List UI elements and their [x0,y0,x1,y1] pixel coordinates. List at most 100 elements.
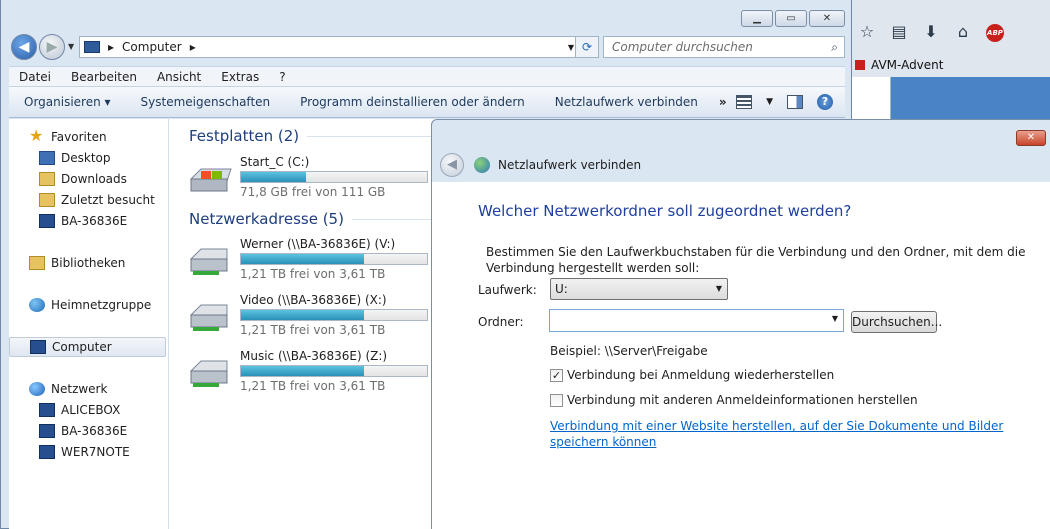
star-icon: ★ [29,126,44,145]
drive-name: Werner (\\BA-36836E) (V:) [240,237,396,251]
nav-label: Favoriten [51,130,107,144]
nav-network-ba-36836e[interactable]: BA-36836E [39,421,127,441]
address-separator: ▸ [108,40,115,54]
folder-input[interactable]: ▼ [549,309,844,332]
system-properties-button[interactable]: Systemeigenschaften [126,95,286,109]
nav-label: Downloads [61,172,127,186]
minimize-button[interactable]: ▁ [741,10,773,27]
change-view-icon[interactable] [736,95,753,109]
nav-label: ALICEBOX [61,403,121,417]
nav-ba-favorite[interactable]: BA-36836E [39,211,127,231]
chevron-down-icon: ▼ [715,284,722,293]
browse-button[interactable]: Durchsuchen... [851,311,942,333]
search-placeholder: Computer durchsuchen [612,40,753,54]
bookmark-avm-advent[interactable]: AVM-Advent [851,54,1050,76]
download-icon[interactable]: ⬇ [915,22,947,41]
network-drive-icon [189,248,228,275]
other-credentials-checkbox[interactable]: Verbindung mit anderen Anmeldeinformatio… [550,393,918,407]
drive-free-space: 1,21 TB frei von 3,61 TB [240,323,386,337]
network-computer-icon [39,424,55,438]
menu-datei[interactable]: Datei [9,67,61,86]
nav-label: Bibliotheken [51,256,126,270]
computer-icon [84,41,100,53]
group-header-network-locations[interactable]: Netzwerkadresse (5) [189,210,445,228]
drive-item[interactable]: Video (\\BA-36836E) (X:) 1,21 TB frei vo… [187,293,437,337]
recent-places-icon [39,193,55,207]
address-bar[interactable]: ▸ Computer ▸ ▼ [79,36,579,58]
preview-pane-icon[interactable] [787,95,803,109]
forward-button[interactable]: ▶ [39,34,65,60]
drive-usage-fill [241,254,364,264]
dialog-header: ◀ Netzlaufwerk verbinden [440,150,641,180]
checkbox-checked[interactable]: ✓ [550,368,563,382]
drive-letter-value: U: [555,282,568,296]
address-path[interactable]: Computer [122,40,182,54]
dialog-instructions: Bestimmen Sie den Laufwerkbuchstaben für… [486,245,1026,275]
checkbox-unchecked[interactable] [550,393,563,407]
folder-example: Beispiel: \\Server\Freigabe [550,344,708,358]
close-button[interactable]: ✕ [809,10,845,27]
dialog-close-button[interactable]: ✕ [1016,130,1046,146]
star-icon[interactable]: ☆ [851,22,883,41]
nav-favorites[interactable]: ★ Favoriten [29,127,107,147]
clipboard-icon[interactable]: ▤ [883,22,915,41]
menu-ansicht[interactable]: Ansicht [147,67,211,86]
nav-homegroup[interactable]: Heimnetzgruppe [29,295,151,315]
drive-free-space: 1,21 TB frei von 3,61 TB [240,267,386,281]
more-commands-button[interactable]: » [713,95,733,109]
menu-help[interactable]: ? [269,67,295,86]
navigation-pane: ★ Favoriten Desktop Downloads Zuletzt bes… [9,119,169,529]
hard-drive-icon [189,168,232,192]
drive-usage-bar [240,253,428,265]
other-credentials-label: Verbindung mit anderen Anmeldeinformatio… [567,393,918,407]
uninstall-program-button[interactable]: Programm deinstallieren oder ändern [285,95,540,109]
drive-name: Video (\\BA-36836E) (X:) [240,293,387,307]
network-drive-icon [474,157,490,173]
help-icon[interactable]: ? [817,94,833,110]
nav-label: Zuletzt besucht [61,193,155,207]
file-list: Festplatten (2) Start_C (C:) 71,8 GB fre… [179,119,445,529]
nav-downloads[interactable]: Downloads [39,169,127,189]
dialog-heading: Welcher Netzwerkordner soll zugeordnet w… [478,202,852,220]
address-dropdown-icon[interactable]: ▼ [568,43,574,52]
drive-name: Start_C (C:) [240,155,310,169]
search-input[interactable]: Computer durchsuchen ⌕ [603,36,845,58]
maximize-button[interactable]: ▭ [775,10,807,27]
libraries-icon [29,256,45,270]
map-network-drive-button[interactable]: Netzlaufwerk verbinden [540,95,713,109]
nav-desktop[interactable]: Desktop [39,148,111,168]
nav-recent[interactable]: Zuletzt besucht [39,190,155,210]
adblock-icon[interactable]: ABP [979,20,1011,42]
search-icon[interactable]: ⌕ [831,37,838,57]
nav-network-alicebox[interactable]: ALICEBOX [39,400,120,420]
drive-item[interactable]: Music (\\BA-36836E) (Z:) 1,21 TB frei vo… [187,349,437,393]
nav-computer[interactable]: Computer [9,337,166,357]
nav-network[interactable]: Netzwerk [29,379,107,399]
drive-letter-select[interactable]: U: ▼ [550,278,728,300]
website-connect-link[interactable]: Verbindung mit einer Website herstellen,… [550,418,1020,450]
organize-button[interactable]: Organisieren ▾ [9,95,126,109]
folder-label: Ordner: [478,315,524,329]
recent-pages-dropdown[interactable]: ▼ [68,42,74,51]
nav-network-wer7note[interactable]: WER7NOTE [39,442,130,462]
menu-extras[interactable]: Extras [211,67,269,86]
drive-usage-fill [241,172,307,182]
refresh-button[interactable]: ⟳ [575,36,599,58]
map-network-drive-dialog: ✕ ◀ Netzlaufwerk verbinden Welcher Netzw… [431,119,1050,529]
home-icon[interactable]: ⌂ [947,22,979,41]
nav-libraries[interactable]: Bibliotheken [29,253,125,273]
back-button[interactable]: ◀ [11,34,37,60]
view-options-dropdown-icon[interactable]: ▼ [766,97,773,107]
network-computer-icon [39,403,55,417]
drive-item[interactable]: Start_C (C:) 71,8 GB frei von 111 GB [187,155,437,199]
drive-item[interactable]: Werner (\\BA-36836E) (V:) 1,21 TB frei v… [187,237,437,281]
menu-bearbeiten[interactable]: Bearbeiten [61,67,147,86]
dialog-back-button[interactable]: ◀ [440,153,464,177]
drive-usage-bar [240,309,428,321]
navigation-row: ◀ ▶ ▼ ▸ Computer ▸ ▼ ⟳ Computer durchsuc… [9,34,845,60]
group-header-hard-drives[interactable]: Festplatten (2) [189,127,445,145]
reconnect-checkbox[interactable]: ✓ Verbindung bei Anmeldung wiederherstel… [550,368,834,382]
browser-toolbar: ☆ ▤ ⬇ ⌂ ABP [851,12,1050,50]
chevron-down-icon[interactable]: ▼ [832,314,838,323]
reconnect-label: Verbindung bei Anmeldung wiederherstelle… [567,368,835,382]
